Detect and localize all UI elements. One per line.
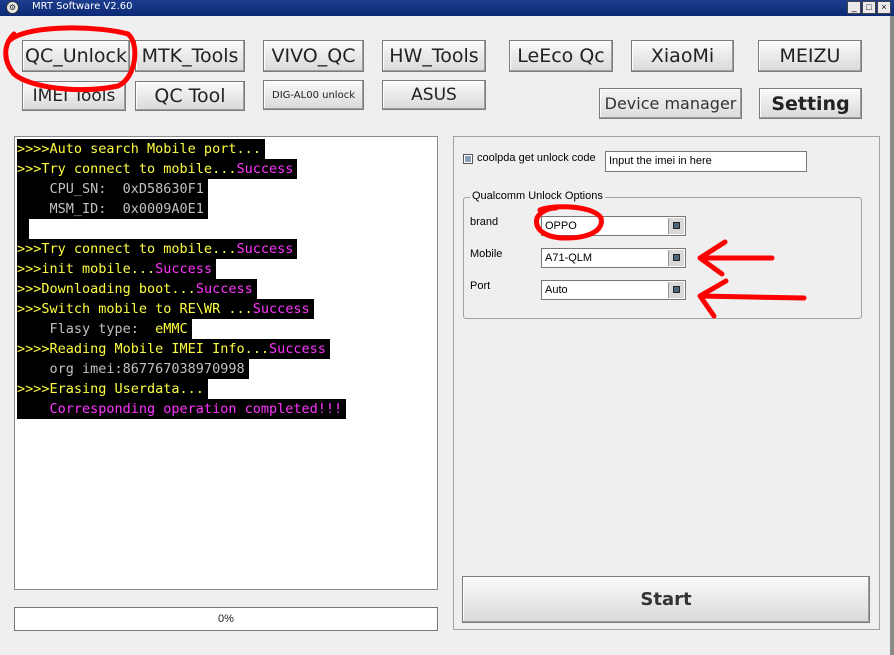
window-title: MRT Software V2.60: [32, 1, 133, 12]
log-line: [17, 219, 30, 239]
log-line: >>>>Erasing Userdata...: [17, 379, 208, 399]
brand-label: brand: [470, 216, 499, 228]
log-text: >>>Try connect to mobile...: [17, 241, 237, 257]
hw-tools-button[interactable]: HW_Tools: [382, 40, 486, 72]
dig-al00-unlock-button[interactable]: DIG-AL00 unlock: [263, 80, 364, 110]
log-text: Success: [236, 161, 294, 177]
log-text: >>>Switch mobile to RE\WR ...: [17, 301, 253, 317]
log-line: MSM_ID: 0x0009A0E1: [17, 199, 208, 219]
close-button[interactable]: ×: [877, 1, 891, 14]
start-button[interactable]: Start: [462, 576, 870, 623]
mtk-tools-button[interactable]: MTK_Tools: [135, 40, 245, 72]
log-text: >>>Try connect to mobile...: [17, 161, 237, 177]
log-text: Success: [195, 281, 253, 297]
coolpda-checkbox[interactable]: [463, 154, 473, 164]
log-line: >>>>Reading Mobile IMEI Info...Success: [17, 339, 330, 359]
brand-select[interactable]: OPPO: [541, 216, 686, 236]
xiaomi-button[interactable]: XiaoMi: [631, 40, 734, 72]
qc-unlock-button[interactable]: QC_Unlock: [22, 40, 130, 72]
brand-value: OPPO: [545, 220, 577, 232]
log-text: >>>>Auto search Mobile port...: [17, 141, 261, 157]
log-text: Success: [155, 261, 213, 277]
qc-tool-button[interactable]: QC Tool: [135, 81, 245, 111]
log-console[interactable]: >>>>Auto search Mobile port... >>>Try con…: [14, 136, 438, 590]
mobile-label: Mobile: [470, 248, 503, 260]
window-edge: [890, 16, 894, 655]
log-text: >>>>Erasing Userdata...: [17, 381, 204, 397]
mobile-value: A71-QLM: [545, 252, 593, 264]
log-line: >>>init mobile...Success: [17, 259, 217, 279]
dropdown-arrow-icon[interactable]: [668, 282, 684, 298]
log-line: >>>Try connect to mobile...Success: [17, 239, 298, 259]
log-line: Corresponding operation completed!!!: [17, 399, 347, 419]
log-line: >>>Switch mobile to RE\WR ...Success: [17, 299, 314, 319]
log-line: CPU_SN: 0xD58630F1: [17, 179, 208, 199]
dropdown-arrow-icon[interactable]: [668, 218, 684, 234]
log-text: MSM_ID: 0x0009A0E1: [17, 201, 204, 217]
log-text: org imei:867767038970998: [17, 361, 245, 377]
log-text: >>>>Reading Mobile IMEI Info...: [17, 341, 269, 357]
log-line: org imei:867767038970998: [17, 359, 249, 379]
dropdown-arrow-icon[interactable]: [668, 250, 684, 266]
log-text: eMMC: [155, 321, 188, 337]
app-icon: ⚙: [6, 1, 19, 14]
progress-label: 0%: [218, 613, 234, 625]
leeco-qc-button[interactable]: LeEco Qc: [509, 40, 613, 72]
log-line: >>>>Auto search Mobile port...: [17, 139, 265, 159]
port-value: Auto: [545, 284, 568, 296]
progress-bar: 0%: [14, 607, 438, 631]
log-line: >>>Downloading boot...Success: [17, 279, 257, 299]
log-text: Success: [252, 301, 310, 317]
minimize-button[interactable]: _: [847, 1, 861, 14]
imei-input[interactable]: Input the imei in here: [605, 151, 807, 172]
meizu-button[interactable]: MEIZU: [758, 40, 862, 72]
log-text: CPU_SN: 0xD58630F1: [17, 181, 204, 197]
log-text: >>>init mobile...: [17, 261, 156, 277]
log-text: Corresponding operation completed!!!: [17, 401, 343, 417]
mobile-select[interactable]: A71-QLM: [541, 248, 686, 268]
log-text: Success: [236, 241, 294, 257]
log-line: >>>Try connect to mobile...Success: [17, 159, 298, 179]
coolpda-checkbox-label: coolpda get unlock code: [477, 152, 596, 164]
title-bar: ⚙ MRT Software V2.60 _ □ ×: [0, 0, 894, 16]
asus-button[interactable]: ASUS: [382, 80, 486, 110]
port-select[interactable]: Auto: [541, 280, 686, 300]
setting-button[interactable]: Setting: [759, 88, 862, 119]
group-title: Qualcomm Unlock Options: [470, 190, 605, 202]
log-text: Success: [268, 341, 326, 357]
log-line: Flasy type: eMMC: [17, 319, 192, 339]
log-text: Flasy type:: [17, 321, 156, 337]
log-text: >>>Downloading boot...: [17, 281, 196, 297]
maximize-button[interactable]: □: [862, 1, 876, 14]
device-manager-button[interactable]: Device manager: [599, 88, 742, 119]
vivo-qc-button[interactable]: VIVO_QC: [263, 40, 364, 72]
port-label: Port: [470, 280, 491, 292]
imei-tools-button[interactable]: IMEI Tools: [22, 81, 126, 111]
